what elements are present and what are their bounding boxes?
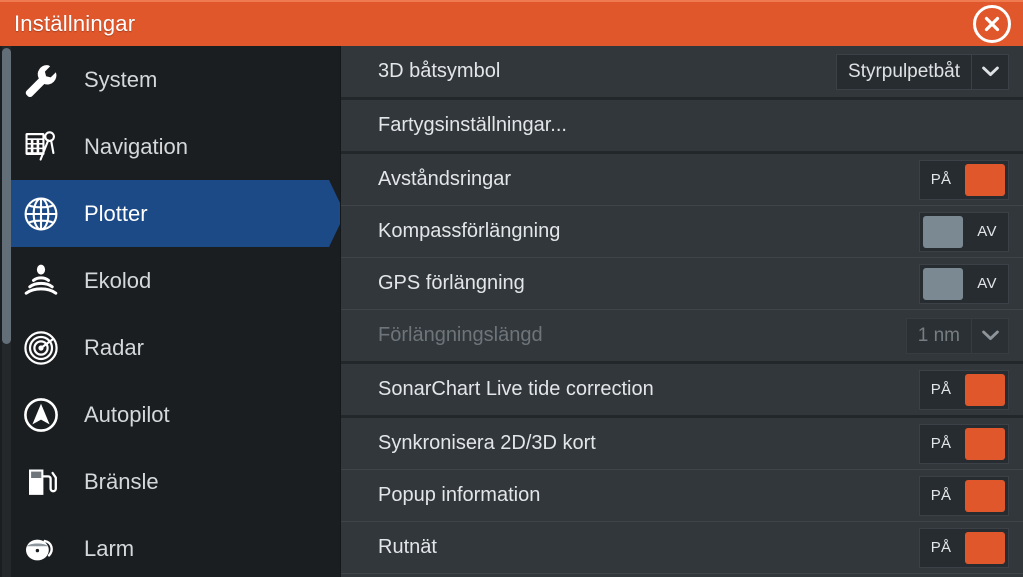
- settings-window: Inställningar System Navigation Plotter …: [0, 0, 1023, 577]
- toggle-state-label: PÅ: [930, 171, 952, 188]
- setting-toggle-rutnät[interactable]: PÅ: [919, 527, 1009, 568]
- row-separator: [341, 573, 1023, 574]
- setting-row-sonarchart-live-tide-correction[interactable]: SonarChart Live tide correction PÅ: [341, 364, 1023, 415]
- toggle-knob: [965, 163, 1005, 196]
- window-titlebar: Inställningar: [0, 0, 1023, 46]
- setting-row-fartygsinställningar[interactable]: Fartygsinställningar...: [341, 100, 1023, 151]
- setting-dropdown-3d-båtsymbol[interactable]: Styrpulpetbåt: [836, 53, 1009, 90]
- sidebar-item-label: Radar: [84, 334, 144, 360]
- setting-label: Fartygsinställningar...: [378, 114, 567, 136]
- sonar-icon: [18, 258, 64, 304]
- window-body: System Navigation Plotter Ekolod Radar A…: [0, 46, 1023, 577]
- toggle-state-label: PÅ: [930, 487, 952, 504]
- autopilot-icon: [18, 392, 64, 438]
- sidebar-scrollbar-thumb[interactable]: [2, 48, 11, 344]
- setting-row-3d-båtsymbol[interactable]: 3D båtsymbol Styrpulpetbåt: [341, 46, 1023, 97]
- chevron-down-icon: [971, 318, 1008, 353]
- toggle-knob: [923, 267, 963, 300]
- setting-row-synkronisera-2d-3d-kort[interactable]: Synkronisera 2D/3D kort PÅ: [341, 418, 1023, 469]
- toggle-knob: [965, 427, 1005, 460]
- setting-label: Avståndsringar: [378, 168, 512, 190]
- sidebar-item-label: System: [84, 66, 158, 92]
- toggle-knob: [965, 531, 1005, 564]
- sidebar-item-larm[interactable]: Larm: [0, 515, 340, 577]
- setting-toggle-avståndsringar[interactable]: PÅ: [919, 159, 1009, 200]
- sidebar-item-label: Plotter: [84, 200, 148, 226]
- toggle-knob: [965, 479, 1005, 512]
- setting-label: Synkronisera 2D/3D kort: [378, 432, 596, 454]
- sidebar-item-plotter[interactable]: Plotter: [0, 180, 340, 247]
- setting-toggle-kompassförlängning[interactable]: AV: [919, 211, 1009, 252]
- fuel-pump-icon: [18, 459, 64, 505]
- setting-toggle-synkronisera-2d-3d-kort[interactable]: PÅ: [919, 423, 1009, 464]
- setting-label: GPS förlängning: [378, 272, 525, 294]
- setting-toggle-sonarchart-live-tide-correction[interactable]: PÅ: [919, 369, 1009, 410]
- radar-icon: [18, 325, 64, 371]
- toggle-state-label: PÅ: [930, 539, 952, 556]
- setting-toggle-gps-förlängning[interactable]: AV: [919, 263, 1009, 304]
- sidebar-item-navigation[interactable]: Navigation: [0, 113, 340, 180]
- chart-dividers-icon: [18, 124, 64, 170]
- sidebar-item-autopilot[interactable]: Autopilot: [0, 381, 340, 448]
- sidebar-item-radar[interactable]: Radar: [0, 314, 340, 381]
- setting-toggle-popup-information[interactable]: PÅ: [919, 475, 1009, 516]
- close-icon[interactable]: [973, 5, 1011, 43]
- setting-label: Rutnät: [378, 536, 437, 558]
- toggle-state-label: PÅ: [930, 381, 952, 398]
- setting-dropdown-förlängningslängd: 1 nm: [905, 317, 1009, 354]
- sidebar-item-system[interactable]: System: [0, 46, 340, 113]
- sidebar-item-label: Larm: [84, 535, 135, 561]
- setting-label: 3D båtsymbol: [378, 60, 501, 82]
- window-title: Inställningar: [14, 11, 136, 36]
- setting-row-popup-information[interactable]: Popup information PÅ: [341, 470, 1023, 521]
- dropdown-value: 1 nm: [917, 324, 960, 346]
- dropdown-value: Styrpulpetbåt: [848, 60, 960, 82]
- toggle-knob: [965, 373, 1005, 406]
- toggle-state-label: AV: [977, 275, 997, 292]
- sidebar-item-label: Ekolod: [84, 267, 152, 293]
- sidebar-item-label: Bränsle: [84, 468, 159, 494]
- sidebar-item-ekolod[interactable]: Ekolod: [0, 247, 340, 314]
- toggle-state-label: AV: [977, 223, 997, 240]
- setting-label: Förlängningslängd: [378, 324, 543, 346]
- setting-label: Kompassförlängning: [378, 220, 561, 242]
- toggle-state-label: PÅ: [930, 435, 952, 452]
- chevron-down-icon: [971, 54, 1008, 89]
- toggle-knob: [923, 215, 963, 248]
- setting-label: Popup information: [378, 484, 541, 506]
- sidebar-nav-list: System Navigation Plotter Ekolod Radar A…: [0, 46, 340, 577]
- wrench-icon: [18, 57, 64, 103]
- settings-content-panel: 3D båtsymbol Styrpulpetbåt Fartygsinställn…: [340, 46, 1023, 577]
- setting-row-avståndsringar[interactable]: Avståndsringar PÅ: [341, 154, 1023, 205]
- setting-row-rutnät[interactable]: Rutnät PÅ: [341, 522, 1023, 573]
- sidebar-item-label: Navigation: [84, 133, 188, 159]
- sidebar-item-br-nsle[interactable]: Bränsle: [0, 448, 340, 515]
- setting-row-kompassförlängning[interactable]: Kompassförlängning AV: [341, 206, 1023, 257]
- sidebar-item-label: Autopilot: [84, 401, 170, 427]
- setting-row-gps-förlängning[interactable]: GPS förlängning AV: [341, 258, 1023, 309]
- alarm-bell-icon: [18, 526, 64, 572]
- globe-icon: [18, 191, 64, 237]
- setting-row-förlängningslängd: Förlängningslängd 1 nm: [341, 310, 1023, 361]
- setting-label: SonarChart Live tide correction: [378, 378, 654, 400]
- settings-sidebar: System Navigation Plotter Ekolod Radar A…: [0, 46, 340, 577]
